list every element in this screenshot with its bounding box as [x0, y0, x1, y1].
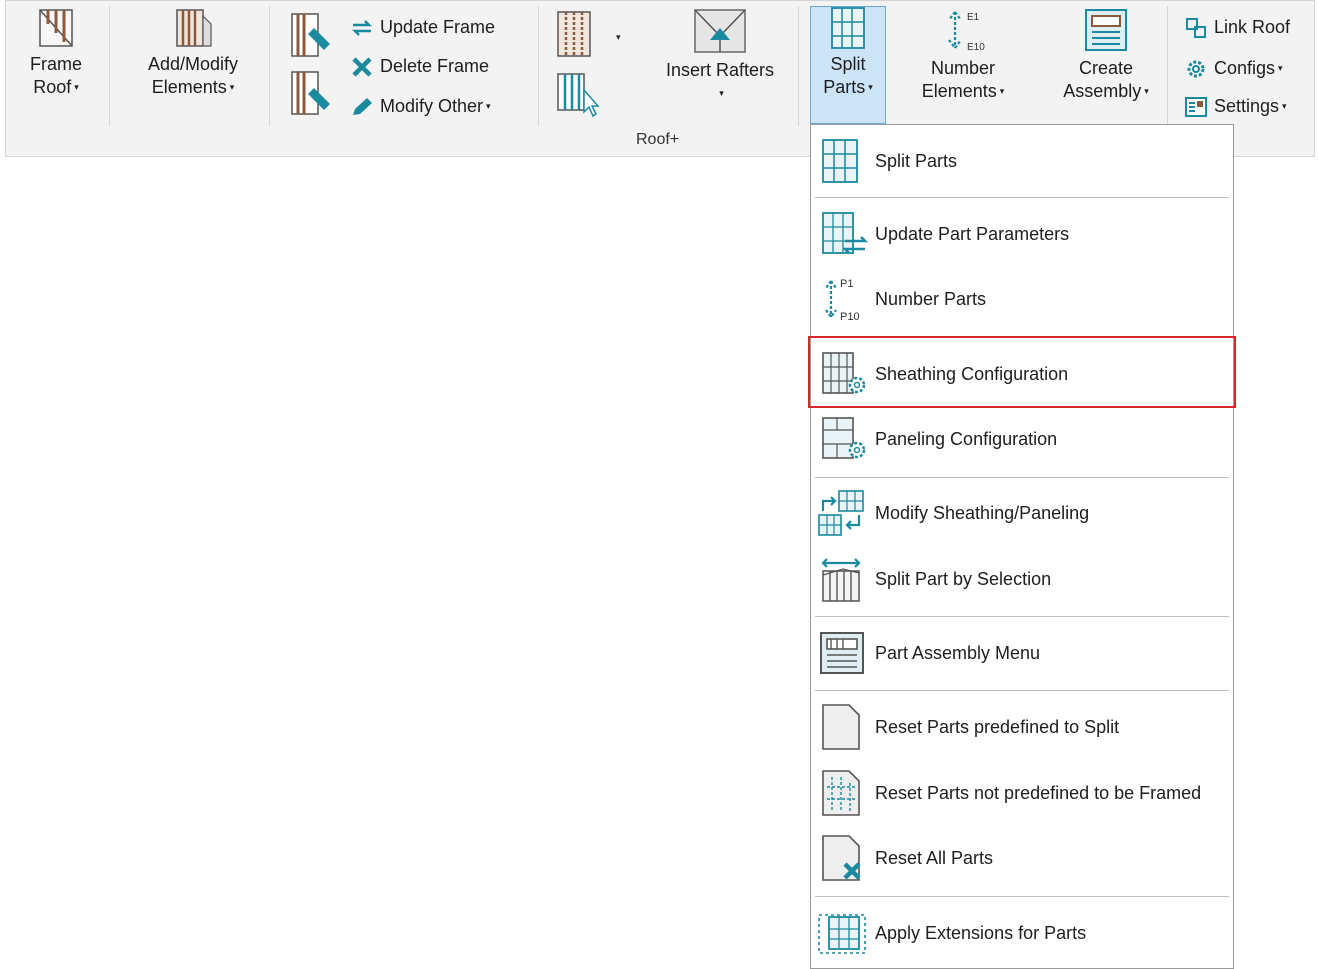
menu-item-reset-all-parts[interactable]: Reset All Parts	[815, 834, 1229, 882]
gear-icon	[1187, 60, 1205, 78]
menu-separator	[815, 896, 1229, 897]
settings-panel-icon	[1185, 97, 1207, 118]
chevron-down-icon: ▾	[719, 88, 724, 98]
separator	[538, 6, 539, 126]
paneling-configuration-icon	[822, 417, 866, 459]
part-assembly-menu-icon	[820, 632, 864, 674]
reset-all-parts-icon	[822, 835, 861, 881]
pencil-icon	[353, 98, 372, 116]
add-modify-elements-icon	[176, 9, 212, 47]
add-modify-elements-button[interactable]: Add/Modify Elements ▾	[128, 6, 258, 99]
menu-item-split-parts[interactable]: Split Parts	[815, 137, 1229, 185]
frame-edit-icons[interactable]	[288, 8, 338, 120]
update-frame-large-icon	[291, 13, 330, 57]
chevron-down-icon: ▾	[1278, 63, 1283, 73]
menu-item-update-part-parameters[interactable]: Update Part Parameters	[815, 210, 1229, 258]
chevron-down-icon: ▾	[486, 101, 491, 111]
reset-parts-predefined-to-split-icon	[822, 704, 860, 750]
split-parts-icon	[831, 7, 865, 49]
number-elements-icon: E1 E10	[948, 11, 985, 53]
settings-button[interactable]: Settings ▾	[1184, 93, 1287, 119]
update-part-parameters-icon	[822, 212, 869, 254]
framing-selection-icons	[557, 11, 600, 118]
number-elements-bottom-text: E10	[967, 42, 985, 53]
ribbon-group-label: Roof+	[636, 131, 680, 148]
menu-item-apply-extensions-for-parts[interactable]: Apply Extensions for Parts	[815, 909, 1229, 957]
framing-selection-button[interactable]: ▾	[556, 10, 626, 124]
modify-sheathing-paneling-icon	[818, 490, 864, 536]
create-assembly-button[interactable]: Create Assembly ▾	[1052, 6, 1160, 103]
menu-item-number-parts[interactable]: P1 P10 Number Parts	[815, 275, 1229, 323]
menu-item-paneling-configuration[interactable]: Paneling Configuration	[815, 415, 1229, 463]
insert-rafters-button[interactable]: Insert Rafters ▾	[660, 6, 780, 105]
frame-roof-button[interactable]: Frame Roof ▾	[18, 6, 94, 99]
link-roof-button[interactable]: Link Roof	[1184, 14, 1290, 40]
menu-item-reset-parts-predefined-to-split[interactable]: Reset Parts predefined to Split	[815, 703, 1229, 751]
chevron-down-icon[interactable]: ▾	[616, 32, 621, 43]
reset-parts-not-predefined-icon	[822, 770, 860, 816]
link-icon	[1186, 18, 1206, 39]
update-frame-button[interactable]: Update Frame	[350, 14, 495, 40]
insert-rafters-icon	[694, 9, 746, 53]
number-parts-top-text: P1	[840, 278, 853, 290]
chevron-down-icon: ▾	[868, 82, 873, 92]
separator	[269, 6, 270, 126]
delete-frame-button[interactable]: Delete Frame	[350, 53, 489, 79]
menu-separator	[815, 197, 1229, 198]
menu-separator	[815, 690, 1229, 691]
split-parts-dropdown-menu: Split Parts Update Part Parameters P1 P1…	[810, 124, 1234, 969]
configs-button[interactable]: Configs ▾	[1184, 55, 1283, 81]
chevron-down-icon: ▾	[229, 82, 235, 92]
modify-frame-large-icon	[291, 71, 330, 115]
number-elements-top-text: E1	[967, 12, 980, 23]
highlight-box-sheathing-configuration	[808, 336, 1236, 408]
number-parts-icon: P1 P10	[825, 278, 860, 323]
chevron-down-icon: ▾	[74, 82, 79, 92]
number-elements-button[interactable]: E1 E10 Number Elements ▾	[910, 6, 1016, 103]
modify-other-button[interactable]: Modify Other ▾	[350, 93, 491, 119]
apply-extensions-icon	[818, 914, 866, 954]
separator	[1167, 6, 1168, 126]
menu-separator	[815, 477, 1229, 478]
update-arrows-icon	[352, 20, 372, 37]
number-parts-bottom-text: P10	[840, 311, 860, 323]
chevron-down-icon: ▾	[999, 86, 1005, 96]
create-assembly-icon	[1085, 9, 1127, 51]
menu-item-split-part-by-selection[interactable]: Split Part by Selection	[815, 555, 1229, 603]
menu-item-part-assembly-menu[interactable]: Part Assembly Menu	[815, 629, 1229, 677]
chevron-down-icon: ▾	[1282, 101, 1287, 111]
menu-item-reset-parts-not-predefined-to-be-framed[interactable]: Reset Parts not predefined to be Framed	[815, 769, 1229, 817]
split-parts-icon	[822, 139, 858, 183]
frame-roof-icon	[39, 9, 73, 47]
menu-separator	[815, 616, 1229, 617]
separator	[798, 6, 799, 126]
split-parts-button[interactable]: Split Parts ▾	[810, 6, 886, 99]
split-part-by-selection-icon	[821, 558, 861, 602]
separator	[109, 6, 110, 126]
menu-item-modify-sheathing-paneling[interactable]: Modify Sheathing/Paneling	[815, 489, 1229, 537]
chevron-down-icon: ▾	[1144, 86, 1149, 96]
close-icon	[352, 57, 372, 77]
